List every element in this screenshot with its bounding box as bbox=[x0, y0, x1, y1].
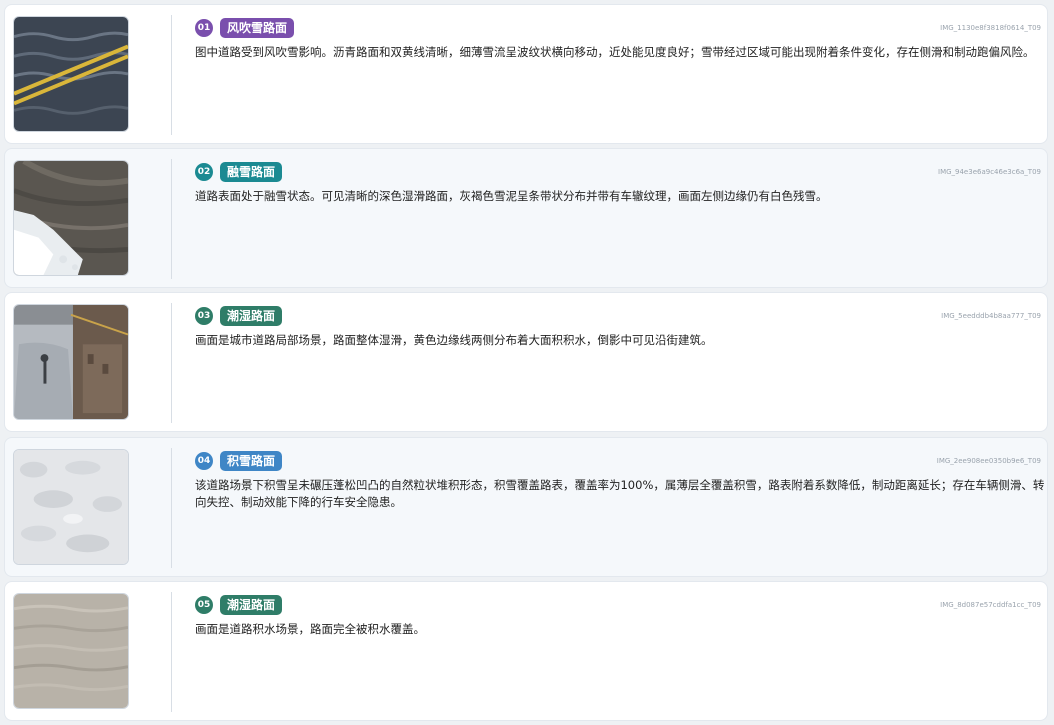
image-id: IMG_2ee908ee0350b9e6_T09 bbox=[936, 457, 1041, 465]
category-tag: 融雪路面 bbox=[220, 162, 283, 182]
category-tag: 潮湿路面 bbox=[220, 595, 283, 615]
item-description: 画面是道路积水场景，路面完全被积水覆盖。 bbox=[195, 622, 425, 636]
image-id: IMG_1130e8f3818f0614_T09 bbox=[940, 24, 1041, 32]
card-divider bbox=[171, 592, 172, 712]
card-divider bbox=[171, 159, 172, 279]
item-description: 画面是城市道路局部场景，路面整体湿滑，黄色边缘线两侧分布着大面积积水，倒影中可见… bbox=[195, 333, 713, 347]
item-number-badge: 01 bbox=[195, 19, 213, 37]
result-card[interactable]: 05 潮湿路面 IMG_8d087e57cddfa1cc_T09 画面是道路积水… bbox=[4, 581, 1048, 721]
item-number-badge: 02 bbox=[195, 163, 213, 181]
card-divider bbox=[171, 448, 172, 568]
wet-road-photo[interactable] bbox=[13, 304, 129, 420]
image-id: IMG_5eedddb4b8aa777_T09 bbox=[941, 312, 1041, 320]
result-card[interactable]: 02 融雪路面 IMG_94e3e6a9c46e3c6a_T09 道路表面处于融… bbox=[4, 148, 1048, 288]
card-divider bbox=[171, 303, 172, 423]
result-card[interactable]: 01 风吹雪路面 IMG_1130e8f3818f0614_T09 图中道路受到… bbox=[4, 4, 1048, 144]
windblown-snow-road-photo[interactable] bbox=[13, 16, 129, 132]
item-description: 该道路场景下积雪呈未碾压蓬松凹凸的自然粒状堆积形态，积雪覆盖路表，覆盖率为100… bbox=[195, 478, 1045, 509]
result-card[interactable]: 04 积雪路面 IMG_2ee908ee0350b9e6_T09 该道路场景下积… bbox=[4, 437, 1048, 577]
result-list: 01 风吹雪路面 IMG_1130e8f3818f0614_T09 图中道路受到… bbox=[0, 0, 1054, 725]
snow-covered-road-photo[interactable] bbox=[13, 449, 129, 565]
item-number-badge: 03 bbox=[195, 307, 213, 325]
item-description: 图中道路受到风吹雪影响。沥青路面和双黄线清晰，细薄雪流呈波纹状横向移动，近处能见… bbox=[195, 45, 1035, 59]
category-tag: 潮湿路面 bbox=[220, 306, 283, 326]
result-card[interactable]: 03 潮湿路面 IMG_5eedddb4b8aa777_T09 画面是城市道路局… bbox=[4, 292, 1048, 432]
item-description: 道路表面处于融雪状态。可见清晰的深色湿滑路面，灰褐色雪泥呈条带状分布并带有车辙纹… bbox=[195, 189, 828, 203]
card-divider bbox=[171, 15, 172, 135]
waterlogged-road-photo[interactable] bbox=[13, 593, 129, 709]
item-number-badge: 05 bbox=[195, 596, 213, 614]
melting-snow-road-photo[interactable] bbox=[13, 160, 129, 276]
category-tag: 风吹雪路面 bbox=[220, 18, 295, 38]
image-id: IMG_94e3e6a9c46e3c6a_T09 bbox=[938, 168, 1041, 176]
category-tag: 积雪路面 bbox=[220, 451, 283, 471]
item-number-badge: 04 bbox=[195, 452, 213, 470]
image-id: IMG_8d087e57cddfa1cc_T09 bbox=[940, 601, 1041, 609]
